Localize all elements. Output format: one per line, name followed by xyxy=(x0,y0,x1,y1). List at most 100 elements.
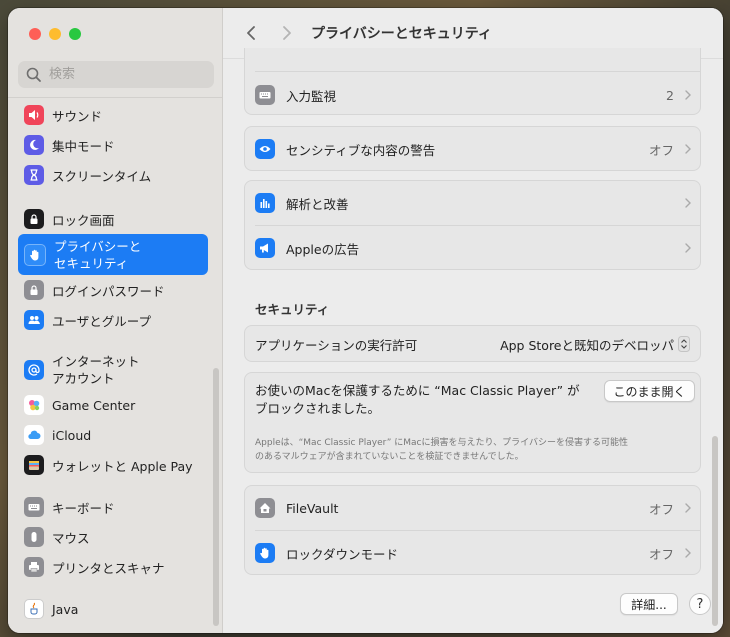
row-lockdown-mode[interactable]: ロックダウンモード オフ xyxy=(245,531,702,575)
row-analytics[interactable]: 解析と改善 xyxy=(245,181,702,225)
sidebar-item-users-groups[interactable]: ユーザとグループ xyxy=(18,305,208,335)
blocked-detail: Appleは、“Mac Classic Player” にMacに損害を与えたり… xyxy=(255,436,628,464)
minimize-button[interactable] xyxy=(49,28,61,40)
bar-chart-icon xyxy=(255,193,275,213)
sidebar-item-label: プライバシーと セキュリティ xyxy=(54,238,141,272)
zoom-button[interactable] xyxy=(69,28,81,40)
row-value: オフ xyxy=(648,142,674,158)
row-app-permission[interactable]: アプリケーションの実行許可 App Storeと既知のデベロッパ xyxy=(245,326,702,362)
sidebar-item-label: 集中モード xyxy=(52,138,115,154)
at-icon xyxy=(24,360,44,380)
sidebar-item-mouse[interactable]: マウス xyxy=(18,522,208,552)
sidebar-item-label: ロック画面 xyxy=(52,212,115,228)
row-apple-ads[interactable]: Appleの広告 xyxy=(245,226,702,270)
sidebar-item-privacy-security[interactable]: プライバシーと セキュリティ xyxy=(18,234,208,275)
sidebar-item-focus[interactable]: 集中モード xyxy=(18,130,208,160)
sidebar-item-label: スクリーンタイム xyxy=(52,168,152,184)
hand-icon xyxy=(255,543,275,563)
house-lock-icon xyxy=(255,498,275,518)
keyboard-icon xyxy=(24,497,44,517)
sidebar-item-printers[interactable]: プリンタとスキャナ xyxy=(18,552,208,582)
sidebar-scrollbar[interactable] xyxy=(213,368,219,626)
row-label: 解析と改善 xyxy=(286,196,349,212)
up-down-chevron-icon xyxy=(678,336,690,352)
sidebar-item-game-center[interactable]: Game Center xyxy=(18,390,208,420)
label-line-1: プライバシーと xyxy=(54,238,142,254)
forward-button[interactable] xyxy=(277,23,297,43)
cloud-icon xyxy=(24,425,44,445)
sidebar: サウンド 集中モード スクリーンタイム ロック画面 プライバシーとセキュリティ … xyxy=(8,8,223,633)
row-value: オフ xyxy=(648,501,674,517)
row-value: 2 xyxy=(666,87,674,103)
speaker-icon xyxy=(24,105,44,125)
settings-window: サウンド 集中モード スクリーンタイム ロック画面 プライバシーとセキュリティ … xyxy=(8,8,723,633)
blocked-app-card: お使いのMacを保護するために “Mac Classic Player” が ブ… xyxy=(244,372,701,473)
blocked-detail-line-2: のあるマルウェアが含まれていないことを検証できませんでした。 xyxy=(255,452,524,462)
details-button[interactable]: 詳細... xyxy=(620,593,678,615)
row-filevault[interactable]: FileVault オフ xyxy=(245,486,702,530)
lock-icon xyxy=(24,280,44,300)
sidebar-item-icloud[interactable]: iCloud xyxy=(18,420,208,450)
sidebar-item-java[interactable]: Java xyxy=(18,594,208,624)
privacy-card-top: 入力監視 2 xyxy=(244,48,701,115)
sidebar-item-keyboard[interactable]: キーボード xyxy=(18,492,208,522)
sidebar-item-internet-accounts[interactable]: インターネット アカウント xyxy=(18,350,208,390)
row-input-monitoring[interactable]: 入力監視 2 xyxy=(245,73,702,117)
chevron-right-icon xyxy=(685,243,691,253)
page-title: プライバシーとセキュリティ xyxy=(311,26,492,42)
keyboard-icon xyxy=(255,85,275,105)
row-label: Appleの広告 xyxy=(286,241,360,257)
sidebar-item-label: ログインパスワード xyxy=(52,283,165,299)
chevron-right-icon xyxy=(283,26,291,40)
sidebar-item-label: iCloud xyxy=(52,427,92,443)
sidebar-item-lock-screen[interactable]: ロック画面 xyxy=(18,204,208,234)
sensitive-content-card: センシティブな内容の警告 オフ xyxy=(244,126,701,171)
row-sensitive-content[interactable]: センシティブな内容の警告 オフ xyxy=(245,127,702,171)
sidebar-item-wallet[interactable]: ウォレットと Apple Pay xyxy=(18,450,208,480)
sidebar-item-label: プリンタとスキャナ xyxy=(52,560,165,576)
sidebar-item-label: Java xyxy=(52,601,79,617)
chevron-right-icon xyxy=(685,503,691,513)
sidebar-item-login-password[interactable]: ログインパスワード xyxy=(18,275,208,305)
main-scrollbar[interactable] xyxy=(712,436,718,626)
label-line-1: インターネット xyxy=(52,354,140,369)
window-controls xyxy=(29,28,81,40)
row-label: アプリケーションの実行許可 xyxy=(255,337,418,353)
row-label: ロックダウンモード xyxy=(286,546,399,562)
sidebar-item-label: ウォレットと Apple Pay xyxy=(52,458,193,474)
filevault-lockdown-card: FileVault オフ ロックダウンモード オフ xyxy=(244,485,701,575)
row-label: FileVault xyxy=(286,500,339,516)
users-icon xyxy=(24,310,44,330)
sidebar-item-label: ユーザとグループ xyxy=(52,313,152,329)
analytics-ads-card: 解析と改善 Appleの広告 xyxy=(244,180,701,270)
sidebar-item-label: サウンド xyxy=(52,108,103,124)
sidebar-item-label: Game Center xyxy=(52,397,136,413)
open-anyway-button[interactable]: このまま開く xyxy=(604,380,695,402)
sidebar-item-label: マウス xyxy=(52,530,90,546)
sidebar-item-sound[interactable]: サウンド xyxy=(18,100,208,130)
hand-icon xyxy=(24,243,46,266)
wallet-icon xyxy=(24,455,44,475)
sidebar-divider xyxy=(8,97,222,98)
app-permission-card: アプリケーションの実行許可 App Storeと既知のデベロッパ xyxy=(244,325,701,362)
row-divider xyxy=(255,71,700,72)
help-button[interactable]: ? xyxy=(689,593,711,615)
game-center-icon xyxy=(24,395,44,415)
blocked-detail-line-1: Appleは、“Mac Classic Player” にMacに損害を与えたり… xyxy=(255,438,628,448)
search-field[interactable] xyxy=(18,61,214,88)
lock-screen-icon xyxy=(24,209,44,229)
chevron-right-icon xyxy=(685,144,691,154)
main-pane: プライバシーとセキュリティ 入力監視 2 センシティブな内容の警告 オフ 解析と… xyxy=(223,8,723,633)
sidebar-item-screen-time[interactable]: スクリーンタイム xyxy=(18,160,208,190)
app-permission-select[interactable]: App Storeと既知のデベロッパ xyxy=(500,335,674,354)
section-heading-security: セキュリティ xyxy=(255,302,330,317)
label-line-2: セキュリティ xyxy=(54,255,129,271)
megaphone-icon xyxy=(255,238,275,258)
row-label: 入力監視 xyxy=(286,88,337,104)
search-input[interactable] xyxy=(47,66,201,83)
blocked-message: お使いのMacを保護するために “Mac Classic Player” が ブ… xyxy=(255,382,580,418)
printer-icon xyxy=(24,557,44,577)
chevron-right-icon xyxy=(685,198,691,208)
close-button[interactable] xyxy=(29,28,41,40)
back-button[interactable] xyxy=(241,23,261,43)
